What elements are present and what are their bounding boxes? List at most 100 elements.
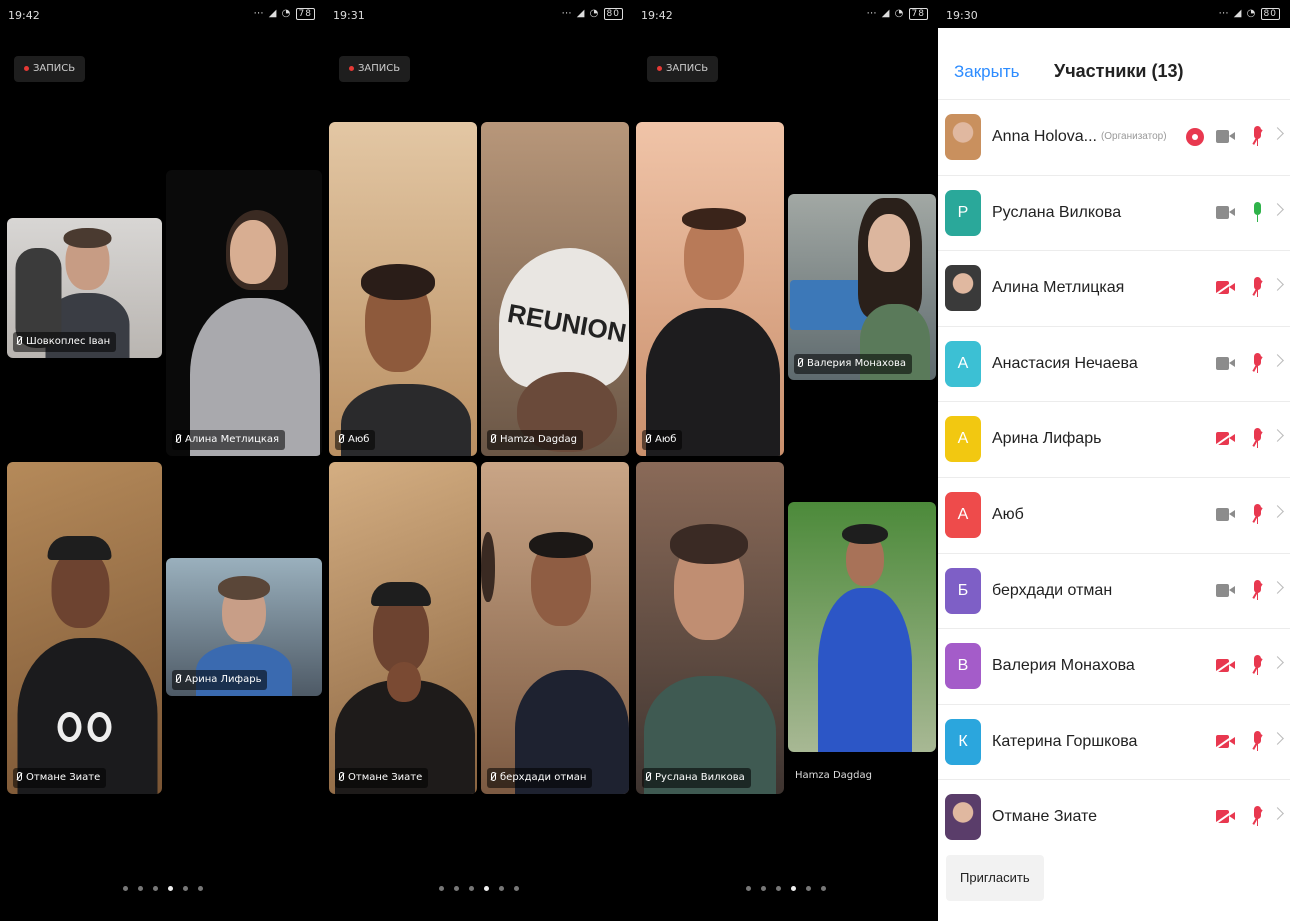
host-role-label: (Организатор)	[1100, 131, 1167, 142]
mic-icon	[1250, 201, 1264, 224]
record-dot-icon	[24, 65, 29, 71]
participant-video	[788, 194, 936, 380]
page-indicator[interactable]	[122, 886, 203, 891]
invite-button[interactable]: Пригласить	[946, 855, 1044, 901]
status-time: 19:42	[8, 9, 40, 22]
mic-muted-icon	[798, 358, 803, 367]
participant-name: Валерия Монахова	[992, 657, 1135, 675]
mic-muted-icon	[491, 772, 496, 781]
status-icons: ⋯ ◢ ◔ 80	[562, 8, 623, 20]
participant-name: Анастасия Нечаева	[992, 354, 1138, 372]
mic-muted-icon	[17, 336, 22, 345]
chevron-right-icon	[1271, 807, 1284, 821]
participant-name: Аюб	[992, 505, 1024, 523]
participant-name-tag: Аюб	[335, 430, 376, 450]
participant-row[interactable]: Anna Holova... (Организатор)	[938, 99, 1290, 175]
mic-muted-icon	[1250, 277, 1264, 299]
record-dot-icon	[349, 65, 354, 71]
chevron-right-icon	[1271, 656, 1284, 670]
participant-row[interactable]: Бберхдади отман	[938, 552, 1290, 629]
chevron-right-icon	[1271, 278, 1284, 292]
video-off-icon	[1216, 432, 1236, 446]
mic-muted-icon	[646, 772, 651, 781]
record-indicator[interactable]: ЗАПИСЬ	[14, 56, 86, 82]
video-off-icon	[1216, 734, 1236, 748]
chevron-right-icon	[1271, 429, 1284, 443]
participant-name-label: Hamza Dagdag	[795, 770, 872, 781]
video-tile[interactable]	[788, 502, 936, 752]
participant-video	[788, 502, 936, 752]
mic-muted-icon	[176, 674, 181, 683]
chevron-right-icon	[1271, 580, 1284, 594]
participant-name-tag: Алина Метлицкая	[172, 430, 286, 450]
mic-muted-icon	[176, 434, 181, 443]
video-tile[interactable]: Аюб	[636, 122, 784, 456]
page-indicator[interactable]	[745, 886, 826, 891]
avatar: А	[945, 491, 981, 538]
participant-name: Алина Метлицкая	[992, 279, 1125, 297]
participant-row[interactable]: А Арина Лифарь	[938, 401, 1290, 477]
page-indicator[interactable]	[439, 886, 519, 891]
status-icons: ⋯ ◢ ◔ 80	[1219, 8, 1280, 20]
video-tile[interactable]: Отмане Зиате	[7, 462, 162, 794]
video-tile[interactable]: Шовкоплес Іван	[7, 218, 162, 358]
participant-row[interactable]: Отмане Зиате	[938, 779, 1290, 855]
participant-video	[329, 122, 477, 456]
recording-icon	[1186, 128, 1204, 146]
status-icons: ⋯ ◢ ◔ 78	[867, 8, 928, 20]
record-indicator[interactable]: ЗАПИСЬ	[647, 56, 719, 82]
avatar: А	[945, 340, 981, 387]
participant-name-tag: Арина Лифарь	[172, 670, 268, 690]
mic-muted-icon	[339, 434, 344, 443]
participant-video	[481, 462, 629, 794]
record-label: ЗАПИСЬ	[358, 63, 401, 74]
participant-video	[636, 122, 784, 456]
participant-name: Арина Лифарь	[992, 430, 1102, 448]
participant-row[interactable]: В Валерия Монахова	[938, 628, 1290, 704]
video-icon	[1216, 130, 1236, 143]
participant-video	[166, 170, 322, 456]
mic-muted-icon	[1250, 126, 1264, 148]
video-icon	[1216, 583, 1236, 597]
chevron-right-icon	[1271, 505, 1284, 518]
participant-row[interactable]: А Анастасия Нечаева	[938, 325, 1290, 402]
chevron-right-icon	[1271, 731, 1284, 745]
battery-icon: 80	[603, 8, 623, 20]
video-tile[interactable]: REUNION Hamza Dagdag	[481, 122, 629, 456]
battery-icon: 78	[908, 8, 928, 20]
video-tile[interactable]: Арина Лифарь	[166, 558, 322, 696]
video-tile[interactable]: Алина Метлицкая	[166, 170, 322, 456]
participants-list: Anna Holova... (Организатор) Р Руслана Вилк…	[938, 99, 1290, 855]
status-bar: 19:31 ⋯ ◢ ◔ 80	[325, 0, 633, 30]
video-icon	[1216, 507, 1236, 521]
avatar: В	[945, 643, 981, 690]
participant-video	[329, 462, 477, 794]
video-off-icon	[1216, 281, 1236, 295]
avatar: Р	[945, 189, 981, 236]
video-tile[interactable]: Аюб	[329, 122, 477, 456]
record-label: ЗАПИСЬ	[33, 63, 76, 74]
chevron-right-icon	[1271, 353, 1284, 367]
avatar	[945, 794, 981, 841]
participant-name: Руслана Вилкова	[992, 203, 1122, 221]
record-indicator[interactable]: ЗАПИСЬ	[339, 56, 411, 82]
mic-muted-icon	[17, 772, 22, 781]
participant-row[interactable]: Р Руслана Вилкова	[938, 174, 1290, 251]
participant-name: Отмане Зиате	[992, 808, 1098, 826]
video-tile[interactable]: Отмане Зиате	[329, 462, 477, 794]
video-tile[interactable]: Валерия Монахова	[788, 194, 936, 380]
status-time: 19:31	[333, 9, 365, 22]
close-button[interactable]: Закрыть	[954, 62, 1019, 82]
meeting-screen-2: 19:31 ⋯ ◢ ◔ 80 ЗАПИСЬ Аюб REUNION Hamza …	[325, 0, 633, 921]
participant-row[interactable]: К Катерина Горшкова	[938, 703, 1290, 780]
participant-row[interactable]: Алина Метлицкая	[938, 250, 1290, 326]
avatar: К	[945, 718, 981, 765]
mic-muted-icon	[646, 434, 651, 443]
participant-row[interactable]: А Аюб	[938, 476, 1290, 553]
mic-muted-icon	[1250, 503, 1264, 526]
record-dot-icon	[657, 65, 662, 71]
video-tile[interactable]: Руслана Вилкова	[636, 462, 784, 794]
status-icons: ⋯ ◢ ◔ 78	[254, 8, 315, 20]
video-tile[interactable]: берхдади отман	[481, 462, 629, 794]
participant-name: Anna Holova... (Организатор)	[992, 128, 1167, 145]
